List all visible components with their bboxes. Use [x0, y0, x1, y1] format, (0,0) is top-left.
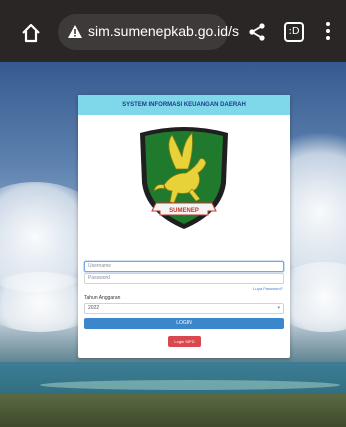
tab-count: :D: [288, 26, 300, 37]
tabs-icon[interactable]: :D: [284, 22, 304, 42]
login-card: SYSTEM INFORMASI KEUANGAN DAERAH SUMENEP…: [78, 95, 290, 358]
sumenep-emblem-logo: SUMENEP: [140, 127, 228, 229]
warning-icon[interactable]: [67, 24, 83, 40]
share-icon[interactable]: [247, 22, 267, 42]
more-menu-icon[interactable]: [324, 22, 332, 42]
logo-banner-text: SUMENEP: [169, 208, 199, 214]
address-bar[interactable]: sim.sumenepkab.go.id/s: [58, 14, 239, 50]
chevron-down-icon: ▾: [277, 305, 280, 311]
fiscal-year-label: Tahun Anggaran: [84, 295, 121, 301]
url-text[interactable]: sim.sumenepkab.go.id/s: [88, 23, 239, 39]
login-sipd-button[interactable]: Login SIPD: [168, 336, 201, 347]
browser-toolbar: sim.sumenepkab.go.id/s :D: [0, 0, 346, 62]
home-icon[interactable]: [20, 22, 42, 44]
password-input[interactable]: Password: [84, 273, 284, 284]
fiscal-year-value: 2022: [88, 305, 100, 311]
username-input[interactable]: Username: [84, 261, 284, 272]
fiscal-year-select[interactable]: 2022 ▾: [84, 303, 284, 314]
login-button[interactable]: LOGIN: [84, 318, 284, 329]
forgot-password-link[interactable]: Lupa Password?: [253, 286, 283, 291]
card-title: SYSTEM INFORMASI KEUANGAN DAERAH: [78, 95, 290, 115]
